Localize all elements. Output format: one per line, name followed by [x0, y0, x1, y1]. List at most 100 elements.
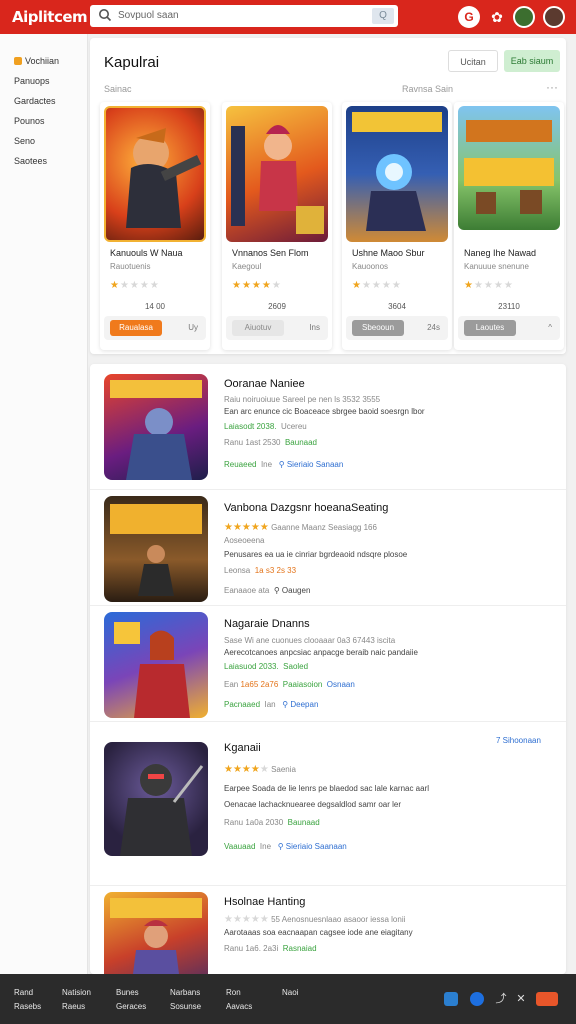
row-date: 2030: [265, 818, 284, 827]
rating-stars: ★★★★★: [352, 280, 402, 291]
sidebar-item-label: Seno: [14, 136, 36, 146]
search-icon: [99, 9, 112, 22]
featured-panel: Kapulrai Ucitan Eab siaum Sainac Ravnsa …: [90, 38, 566, 354]
card-count: 2609: [268, 302, 286, 311]
messenger-icon[interactable]: [470, 992, 484, 1006]
card-action-button[interactable]: Raualasa: [110, 320, 162, 336]
game-list: Ooranae Naniee Raiu noiruoiuue Sareel pe…: [90, 364, 566, 974]
row-meta: Raiu noiruoiuue Sareel pe nen ls 3532 35…: [224, 395, 381, 404]
footer-link[interactable]: Sosunse: [170, 1002, 201, 1011]
footer-link[interactable]: Natision: [62, 988, 91, 997]
row-title[interactable]: Hsolnae Hanting: [224, 896, 305, 908]
sidebar-item-4[interactable]: Pounos: [14, 116, 45, 126]
footer-bar: Rand Rasebs Natision Raeus Bunes Geraces…: [0, 974, 576, 1024]
footer-link[interactable]: Ron: [226, 988, 241, 997]
footer-link[interactable]: Narbans: [170, 988, 200, 997]
footer-link[interactable]: Naoi: [282, 988, 298, 997]
footer-link[interactable]: Raeus: [62, 1002, 85, 1011]
gift-icon[interactable]: ✿: [486, 6, 508, 28]
sidebar-item-3[interactable]: Gardactes: [14, 96, 56, 106]
row-link[interactable]: ⚲ Sieriaio Sanaan: [279, 460, 344, 469]
row-status: Paaiasoion: [282, 680, 323, 689]
row-meta: Aoseoeena: [224, 536, 265, 545]
game-card[interactable]: Naneg Ihe Nawad Kanuuue snenune ★★★★★ 23…: [454, 102, 564, 350]
row-status: 1a65 2a76: [240, 680, 279, 689]
section-filter[interactable]: Ravnsa Sain: [402, 84, 453, 94]
card-meta: Ins: [309, 323, 320, 332]
row-description: Earpee Soada de lie lenrs pe blaedod sac…: [224, 784, 430, 793]
sidebar-item-label: Vochiian: [25, 56, 60, 66]
notification-icon[interactable]: G: [458, 6, 480, 28]
card-title: Ushne Maoo Sbur: [352, 248, 425, 258]
list-item[interactable]: Nagaraie Dnanns Sase Wi ane cuonues cloo…: [90, 606, 566, 722]
row-meta: 55 Aenosnuesnlaao asaoor iessa lonii: [271, 915, 406, 924]
card-action-button[interactable]: Laoutes: [464, 320, 516, 336]
app-logo[interactable]: Aiplitcem: [12, 8, 88, 26]
row-title[interactable]: Ooranae Naniee: [224, 378, 305, 390]
share-icon[interactable]: ⤴: [494, 992, 508, 1006]
footer-link[interactable]: Bunes: [116, 988, 139, 997]
row-link[interactable]: ⚲ Sieriaio Saanaan: [278, 842, 347, 851]
game-card[interactable]: Kanuouls W Naua Rauotuenis ★★★★★ 14 00 R…: [100, 102, 210, 350]
card-action-button[interactable]: Sbeooun: [352, 320, 404, 336]
sidebar-item-2[interactable]: Panuops: [14, 76, 50, 86]
page-title: Kapulrai: [104, 54, 160, 71]
more-icon[interactable]: ···: [546, 80, 558, 94]
row-status: Baunaad: [287, 818, 320, 827]
row-tag: Laiasodt 2038.: [224, 422, 277, 431]
list-item[interactable]: Ooranae Naniee Raiu noiruoiuue Sareel pe…: [90, 364, 566, 490]
row-status: Rasnaiad: [282, 944, 317, 953]
sidebar-item-5[interactable]: Seno: [14, 136, 35, 146]
row-status: Reuaeed: [224, 460, 257, 469]
profile-avatar[interactable]: [543, 6, 565, 28]
list-item[interactable]: Hsolnae Hanting ★★★★★ 55 Aenosnuesnlaao …: [90, 886, 566, 974]
row-link[interactable]: Osnaan: [327, 680, 355, 689]
row-tag: Saoled: [283, 662, 309, 671]
social-icon[interactable]: [444, 992, 458, 1006]
game-card[interactable]: Vnnanos Sen Flom Kaegoul ★★★★★ 2609 Aiuo…: [222, 102, 332, 350]
sidebar-item-6[interactable]: Saotees: [14, 156, 47, 166]
game-card[interactable]: Ushne Maoo Sbur Kauoonos ★★★★★ 3604 Sbeo…: [342, 102, 452, 350]
app-icon[interactable]: [536, 992, 558, 1006]
card-action-button[interactable]: Aiuotuv: [232, 320, 284, 336]
game-thumbnail: [104, 374, 208, 480]
row-title[interactable]: Nagaraie Dnanns: [224, 618, 310, 630]
row-status: Vaauaad: [224, 842, 256, 851]
card-title: Naneg Ihe Nawad: [464, 248, 537, 258]
home-icon: [14, 57, 22, 65]
row-title[interactable]: Kganaii: [224, 742, 261, 754]
row-link[interactable]: ⚲ Oaugen: [274, 586, 311, 595]
row-badge[interactable]: 7 Sihoonaan: [496, 736, 541, 745]
search-box[interactable]: Sovpuol saan Q: [90, 5, 398, 27]
primary-button[interactable]: Eab siaum: [504, 50, 560, 72]
tools-icon[interactable]: ✕: [514, 992, 528, 1006]
row-link-label: Oaugen: [281, 586, 311, 595]
rating-stars: ★★★★★: [224, 914, 269, 925]
footer-link[interactable]: Rasebs: [14, 1002, 41, 1011]
row-link[interactable]: ⚲ Deepan: [282, 700, 318, 709]
section-label: Sainac: [104, 84, 132, 94]
card-subtitle: Rauotuenis: [110, 262, 151, 271]
rating-stars: ★★★★★: [232, 280, 282, 291]
chevron-up-icon[interactable]: ^: [548, 323, 552, 332]
game-art: [346, 106, 448, 242]
row-meta: Eanaaoe ata: [224, 586, 270, 595]
row-description: Ean arc enunce cic Boaceace sbrgee baoid…: [224, 407, 425, 416]
row-link-label: Sieriaio Saanaan: [285, 842, 347, 851]
footer-link[interactable]: Geraces: [116, 1002, 146, 1011]
search-input[interactable]: Sovpuol saan: [118, 10, 179, 21]
sidebar-item-label: Pounos: [14, 116, 45, 126]
row-meta: Ine: [260, 460, 273, 469]
rating-stars: ★★★★★: [110, 280, 160, 291]
row-date: Ranu 1a0a: [224, 818, 264, 827]
footer-link[interactable]: Aavacs: [226, 1002, 252, 1011]
list-item[interactable]: Kganaii 7 Sihoonaan ★★★★★ Saenia Earpee …: [90, 722, 566, 886]
row-description: Aarotaaas soa eacnaapan cagsee iode ane …: [224, 928, 413, 937]
search-button[interactable]: Q: [372, 8, 394, 24]
footer-link[interactable]: Rand: [14, 988, 33, 997]
secondary-button[interactable]: Ucitan: [448, 50, 498, 72]
list-item[interactable]: Vanbona Dazgsnr hoeanaSeating ★★★★★ Gaan…: [90, 490, 566, 606]
sidebar-item-home[interactable]: Vochiian: [14, 56, 59, 66]
avatar[interactable]: [513, 6, 535, 28]
row-title[interactable]: Vanbona Dazgsnr hoeanaSeating: [224, 502, 388, 514]
